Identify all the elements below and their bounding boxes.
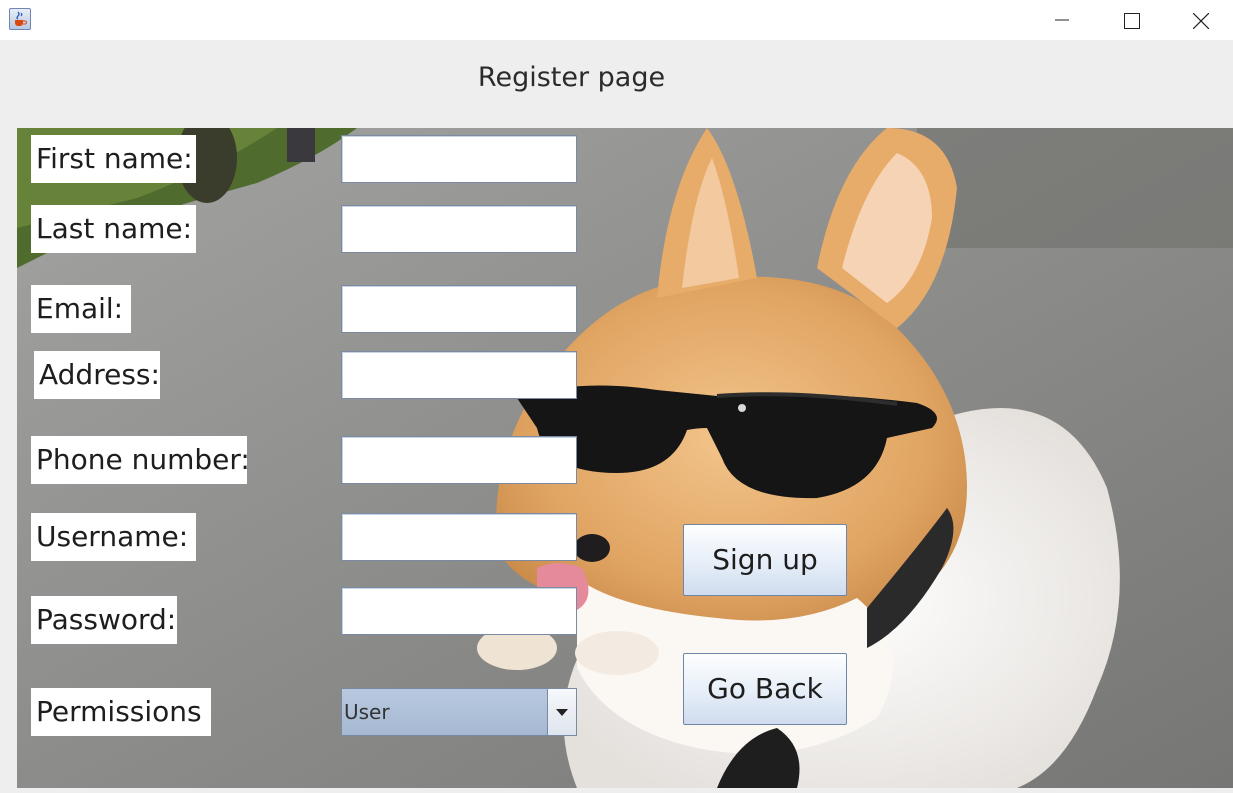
password-field[interactable]: [341, 587, 577, 635]
sign-up-button[interactable]: Sign up: [683, 524, 847, 596]
address-label: Address:: [34, 351, 160, 399]
close-icon: [1193, 13, 1209, 29]
go-back-button[interactable]: Go Back: [683, 653, 847, 725]
username-input[interactable]: [342, 514, 576, 560]
chevron-down-icon: [556, 709, 568, 716]
minimize-icon: [1055, 19, 1069, 21]
maximize-icon: [1124, 13, 1140, 29]
close-button[interactable]: [1165, 0, 1233, 40]
first-name-input[interactable]: [342, 136, 576, 182]
email-input[interactable]: [342, 286, 576, 332]
window-titlebar: [0, 0, 1233, 40]
permissions-label: Permissions: [31, 688, 211, 736]
email-field[interactable]: [341, 285, 577, 333]
first-name-label: First name:: [31, 135, 196, 183]
permissions-dropdown[interactable]: User: [341, 688, 577, 736]
address-field[interactable]: [341, 351, 577, 399]
last-name-field[interactable]: [341, 205, 577, 253]
password-label: Password:: [31, 596, 177, 644]
username-label: Username:: [31, 513, 196, 561]
username-field[interactable]: [341, 513, 577, 561]
minimize-button[interactable]: [1027, 0, 1097, 40]
phone-number-label: Phone number:: [31, 436, 250, 484]
dropdown-arrow-button[interactable]: [547, 689, 576, 735]
address-input[interactable]: [342, 352, 576, 398]
page-title: Register page: [477, 62, 666, 93]
first-name-field[interactable]: [341, 135, 577, 183]
maximize-button[interactable]: [1096, 0, 1166, 40]
last-name-input[interactable]: [342, 206, 576, 252]
password-input[interactable]: [342, 588, 576, 634]
java-cup-icon: [9, 8, 31, 30]
email-label: Email:: [31, 285, 131, 333]
phone-number-field[interactable]: [341, 436, 577, 484]
last-name-label: Last name:: [31, 205, 196, 253]
phone-number-input[interactable]: [342, 437, 576, 483]
permissions-selected-value: User: [344, 700, 390, 724]
